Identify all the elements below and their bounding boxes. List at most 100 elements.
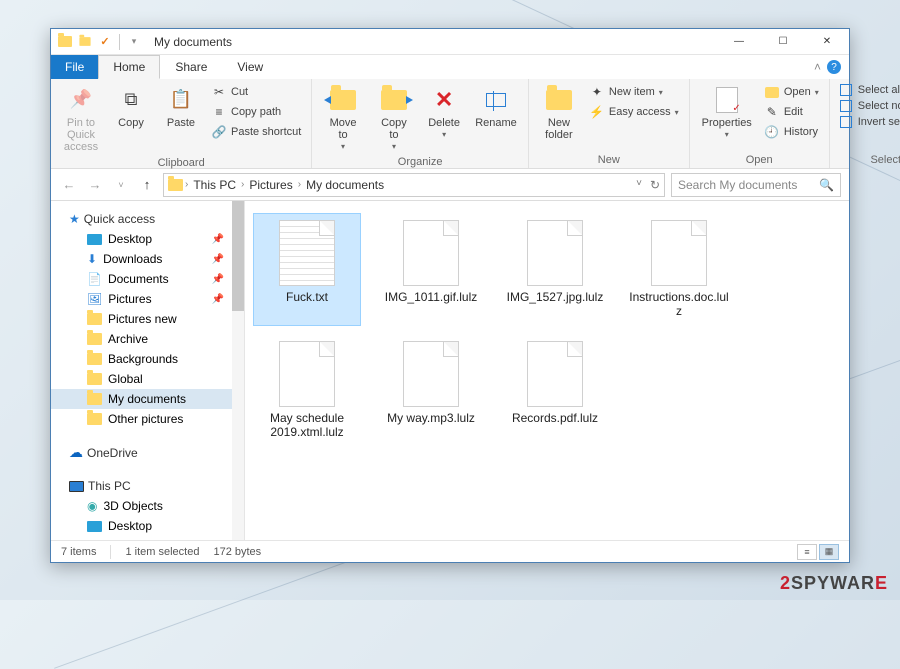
tab-home[interactable]: Home xyxy=(98,55,160,79)
qat-dropdown-icon[interactable]: ▾ xyxy=(126,34,142,50)
star-icon: ★ xyxy=(69,212,80,226)
tab-share[interactable]: Share xyxy=(160,55,222,79)
up-button[interactable]: ↑ xyxy=(137,175,157,195)
pin-icon: 📌 xyxy=(212,274,224,285)
qat-check-icon[interactable]: ✓ xyxy=(97,34,113,50)
sidebar-item-other-pictures[interactable]: Other pictures xyxy=(51,409,244,429)
window-title: My documents xyxy=(148,35,232,49)
properties-button[interactable]: Properties▾ xyxy=(698,83,756,142)
close-button[interactable]: ✕ xyxy=(805,29,849,55)
file-item[interactable]: IMG_1527.jpg.lulz xyxy=(501,213,609,326)
edit-icon: ✎ xyxy=(764,104,780,120)
group-open-label: Open xyxy=(698,152,821,166)
sidebar-item-pictures-new[interactable]: Pictures new xyxy=(51,309,244,329)
new-folder-button[interactable]: New folder xyxy=(537,83,581,143)
sidebar-item-global[interactable]: Global xyxy=(51,369,244,389)
file-label: IMG_1527.jpg.lulz xyxy=(507,290,604,304)
new-item-icon: ✦ xyxy=(589,84,605,100)
help-icon[interactable]: ? xyxy=(827,60,841,74)
sidebar-item-pictures[interactable]: 🖼Pictures📌 xyxy=(51,289,244,309)
breadcrumb-current[interactable]: My documents xyxy=(303,178,387,192)
view-details-button[interactable]: ≡ xyxy=(797,544,817,560)
paste-button[interactable]: 📋 Paste xyxy=(159,83,203,131)
file-item[interactable]: May schedule 2019.xtml.lulz xyxy=(253,334,361,447)
paste-shortcut-button[interactable]: 🔗Paste shortcut xyxy=(209,123,303,141)
file-item[interactable]: Fuck.txt xyxy=(253,213,361,326)
recent-button[interactable]: ˅ xyxy=(111,175,131,195)
sidebar-item-backgrounds[interactable]: Backgrounds xyxy=(51,349,244,369)
status-selected: 1 item selected xyxy=(125,546,199,558)
open-button[interactable]: Open ▾ xyxy=(762,83,821,101)
qat-icon[interactable] xyxy=(77,34,93,50)
group-select-label: Select xyxy=(838,152,900,166)
search-icon: 🔍 xyxy=(819,178,834,192)
pin-icon: 📌 xyxy=(212,254,224,265)
onedrive-icon: ☁ xyxy=(69,444,83,461)
breadcrumb-pictures[interactable]: Pictures xyxy=(246,178,295,192)
move-to-button[interactable]: Move to▾ xyxy=(320,83,365,154)
history-button[interactable]: 🕘History xyxy=(762,123,821,141)
file-list[interactable]: Fuck.txt IMG_1011.gif.lulz IMG_1527.jpg.… xyxy=(245,201,849,540)
folder-icon xyxy=(87,313,102,325)
documents-icon: 📄 xyxy=(87,272,102,286)
watermark: 2SPYWARE xyxy=(780,573,888,594)
file-label: My way.mp3.lulz xyxy=(387,411,475,425)
sidebar-item-archive[interactable]: Archive xyxy=(51,329,244,349)
new-item-button[interactable]: ✦New item ▾ xyxy=(587,83,681,101)
sidebar: ★Quick access Desktop📌 ⬇Downloads📌 📄Docu… xyxy=(51,201,245,540)
move-to-icon xyxy=(328,85,358,115)
sidebar-scrollbar[interactable] xyxy=(232,201,244,540)
search-input[interactable]: Search My documents 🔍 xyxy=(671,173,841,197)
collapse-ribbon-icon[interactable]: ˄ xyxy=(814,60,821,74)
file-item[interactable]: Instructions.doc.lulz xyxy=(625,213,733,326)
sidebar-item-my-documents[interactable]: My documents xyxy=(51,389,244,409)
file-label: Records.pdf.lulz xyxy=(512,411,598,425)
back-button[interactable]: ← xyxy=(59,175,79,195)
sidebar-item-documents[interactable]: 📄Documents📌 xyxy=(51,269,244,289)
tab-view[interactable]: View xyxy=(222,55,278,79)
app-folder-icon xyxy=(57,34,73,50)
delete-button[interactable]: ✕ Delete▾ xyxy=(422,83,466,142)
sidebar-item-desktop2[interactable]: Desktop xyxy=(51,516,244,536)
select-all-button[interactable]: Select all xyxy=(838,83,900,97)
sidebar-onedrive[interactable]: ☁OneDrive xyxy=(51,441,244,464)
breadcrumb-root[interactable]: This PC xyxy=(190,178,239,192)
sidebar-quick-access[interactable]: ★Quick access xyxy=(51,209,244,229)
copy-path-button[interactable]: ≡Copy path xyxy=(209,103,303,121)
refresh-icon[interactable]: ↻ xyxy=(650,178,660,192)
ribbon: 📌 Pin to Quick access ⧉ Copy 📋 Paste ✂Cu… xyxy=(51,79,849,169)
rename-button[interactable]: Rename xyxy=(472,83,520,131)
address-bar: ← → ˅ ↑ › This PC › Pictures › My docume… xyxy=(51,169,849,201)
copy-icon: ⧉ xyxy=(116,85,146,115)
copy-to-button[interactable]: Copy to▾ xyxy=(372,83,416,154)
select-none-button[interactable]: Select none xyxy=(838,99,900,113)
sidebar-item-desktop[interactable]: Desktop📌 xyxy=(51,229,244,249)
invert-selection-button[interactable]: Invert selection xyxy=(838,115,900,129)
sidebar-item-downloads[interactable]: ⬇Downloads📌 xyxy=(51,249,244,269)
file-item[interactable]: My way.mp3.lulz xyxy=(377,334,485,447)
copy-path-icon: ≡ xyxy=(211,104,227,120)
easy-access-button[interactable]: ⚡Easy access ▾ xyxy=(587,103,681,121)
pin-quick-access-button[interactable]: 📌 Pin to Quick access xyxy=(59,83,103,155)
file-icon xyxy=(403,220,459,286)
address-dropdown-icon[interactable]: ˅ xyxy=(636,178,642,192)
forward-button[interactable]: → xyxy=(85,175,105,195)
cut-button[interactable]: ✂Cut xyxy=(209,83,303,101)
maximize-button[interactable]: ☐ xyxy=(761,29,805,55)
file-label: Fuck.txt xyxy=(286,290,328,304)
sidebar-this-pc[interactable]: This PC xyxy=(51,476,244,496)
tab-file[interactable]: File xyxy=(51,55,98,79)
file-item[interactable]: IMG_1011.gif.lulz xyxy=(377,213,485,326)
address-input[interactable]: › This PC › Pictures › My documents ˅ ↻ xyxy=(163,173,665,197)
explorer-window: ✓ ▾ My documents — ☐ ✕ File Home Share V… xyxy=(50,28,850,563)
copy-button[interactable]: ⧉ Copy xyxy=(109,83,153,131)
sidebar-item-3d-objects[interactable]: ◉3D Objects xyxy=(51,496,244,516)
status-count: 7 items xyxy=(61,546,96,558)
view-icons-button[interactable]: ▦ xyxy=(819,544,839,560)
search-placeholder: Search My documents xyxy=(678,178,797,192)
file-item[interactable]: Records.pdf.lulz xyxy=(501,334,609,447)
status-bar: 7 items 1 item selected 172 bytes ≡ ▦ xyxy=(51,540,849,562)
edit-button[interactable]: ✎Edit xyxy=(762,103,821,121)
file-label: Instructions.doc.lulz xyxy=(628,290,730,319)
minimize-button[interactable]: — xyxy=(717,29,761,55)
